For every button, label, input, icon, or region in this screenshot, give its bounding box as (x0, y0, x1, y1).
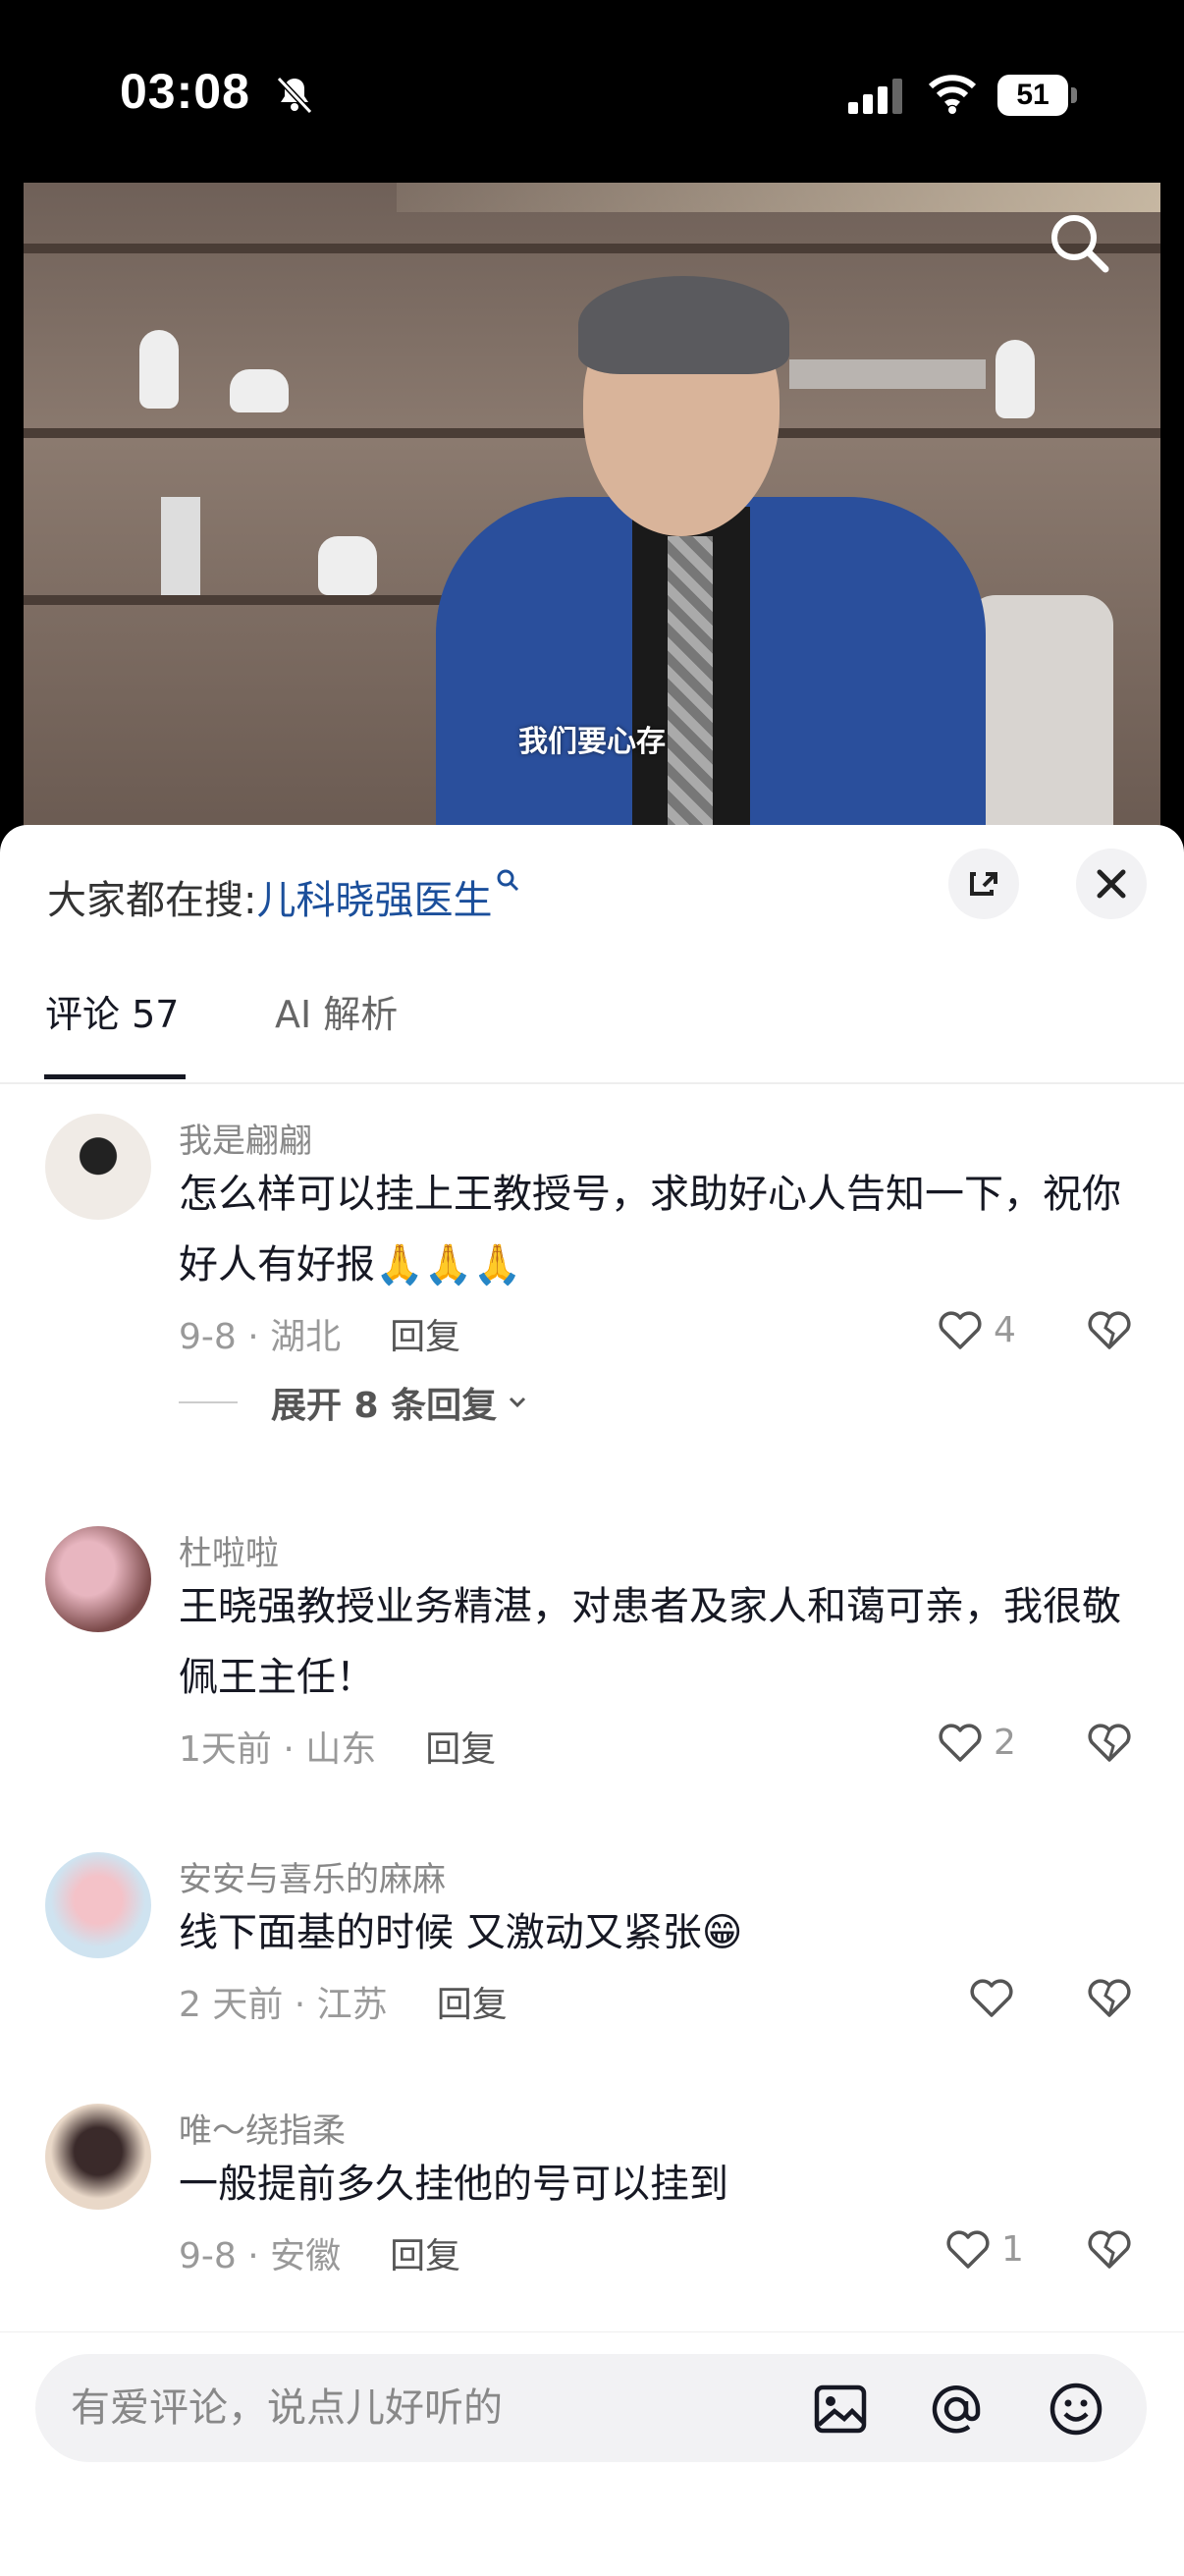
comment-text: 一般提前多久挂他的号可以挂到 (179, 2162, 728, 2207)
video-player[interactable]: 我们要心存 (24, 183, 1160, 831)
video-subtitle: 我们要心存 (518, 725, 666, 759)
reply-button[interactable]: 回复 (425, 1729, 496, 1770)
avatar[interactable] (45, 1852, 151, 1958)
battery-indicator: 51 (997, 75, 1078, 116)
close-button[interactable] (1076, 849, 1147, 919)
broken-heart-icon[interactable] (1084, 1304, 1135, 1355)
comment-author[interactable]: 安安与喜乐的麻麻 (179, 1852, 446, 1900)
hot-search-prefix: 大家都在搜: (47, 878, 257, 923)
comment-date-location: 2 天前 · 江苏 (179, 1985, 388, 2025)
tab-comments[interactable]: 评论 57 (45, 980, 179, 1049)
close-icon (1097, 869, 1126, 899)
expand-button[interactable] (948, 849, 1019, 919)
comment-input-bar: 有爱评论，说点儿好听的 (0, 2331, 1184, 2576)
comment-text: 怎么样可以挂上王教授号，求助好心人告知一下，祝你好人有好报🙏🙏🙏 (179, 1172, 1121, 1288)
reply-button[interactable]: 回复 (390, 2236, 460, 2276)
cellular-signal-icon (848, 79, 902, 114)
expand-icon (970, 872, 997, 896)
image-icon[interactable] (811, 2380, 870, 2439)
comment-text: 线下面基的时候 又激动又紧张😁 (179, 1910, 743, 1955)
heart-icon (970, 1979, 1013, 2017)
broken-heart-icon[interactable] (1084, 2223, 1135, 2275)
hot-search[interactable]: 大家都在搜:儿科晓强医生 (47, 868, 521, 925)
heart-icon (939, 1724, 982, 1762)
like-count: 4 (994, 1309, 1016, 1350)
comment-input-placeholder: 有爱评论，说点儿好听的 (71, 2385, 503, 2431)
hot-search-keyword[interactable]: 儿科晓强医生 (256, 878, 492, 923)
status-time: 03:08 (120, 64, 250, 119)
comment-author[interactable]: 杜啦啦 (179, 1526, 279, 1574)
avatar[interactable] (45, 1526, 151, 1632)
broken-heart-icon[interactable] (1084, 1717, 1135, 1768)
comment-date-location: 1天前 · 山东 (179, 1729, 377, 1770)
like-button[interactable] (966, 1972, 1025, 2023)
avatar[interactable] (45, 1114, 151, 1220)
bell-slash-icon (276, 76, 313, 115)
search-icon[interactable] (1045, 208, 1113, 277)
comment-meta: 2 天前 · 江苏 回复 (179, 1976, 508, 2027)
emoji-icon[interactable] (1047, 2380, 1105, 2439)
tab-ai-analysis[interactable]: AI 解析 (275, 980, 398, 1049)
comment-input[interactable]: 有爱评论，说点儿好听的 (35, 2354, 1147, 2462)
comment-author[interactable]: 唯～绕指柔 (179, 2104, 346, 2152)
chevron-down-icon (510, 1397, 526, 1408)
avatar[interactable] (45, 2104, 151, 2210)
expand-replies-label: 展开 8 条回复 (271, 1386, 498, 1426)
like-button[interactable]: 4 (935, 1304, 1016, 1355)
broken-heart-icon[interactable] (1084, 1972, 1135, 2023)
at-icon[interactable] (927, 2380, 986, 2439)
expand-replies[interactable]: 展开 8 条回复 (179, 1377, 532, 1428)
wifi-icon (928, 75, 977, 114)
comment-author[interactable]: 我是翩翩 (179, 1114, 312, 1162)
search-icon (497, 869, 519, 892)
comment-date-location: 9-8 · 湖北 (179, 1317, 342, 1357)
tab-underline (44, 1074, 186, 1079)
like-count: 1 (1001, 2228, 1024, 2270)
comment-meta: 9-8 · 安徽 回复 (179, 2227, 460, 2278)
comment-meta: 9-8 · 湖北 回复 (179, 1308, 460, 1359)
heart-icon (939, 1311, 982, 1349)
comment-date-location: 9-8 · 安徽 (179, 2236, 342, 2276)
like-button[interactable]: 2 (935, 1717, 1016, 1768)
reply-button[interactable]: 回复 (390, 1317, 460, 1357)
like-count: 2 (994, 1722, 1016, 1763)
like-button[interactable]: 1 (942, 2223, 1024, 2275)
battery-level: 51 (997, 75, 1068, 116)
heart-icon (946, 2230, 990, 2269)
comment-sheet: 大家都在搜:儿科晓强医生 评论 57 AI 解析 我是翩翩 怎么样可以挂上王教授… (0, 825, 1184, 2576)
reply-button[interactable]: 回复 (437, 1985, 508, 2025)
comment-meta: 1天前 · 山东 回复 (179, 1721, 496, 1772)
comment-text: 王晓强教授业务精湛，对患者及家人和蔼可亲，我很敬佩王主任！ (179, 1584, 1121, 1700)
status-bar: 03:08 51 (0, 0, 1184, 182)
tab-bar: 评论 57 AI 解析 (0, 980, 1184, 1084)
